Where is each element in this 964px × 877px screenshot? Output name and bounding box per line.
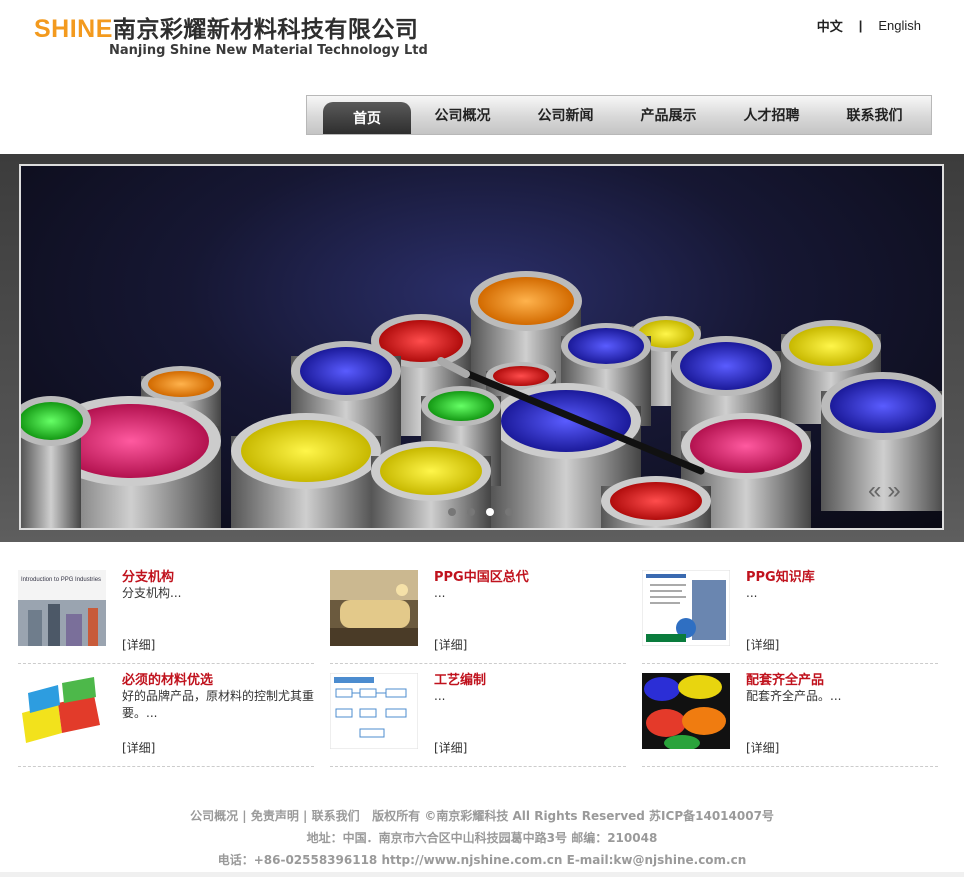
main-nav: 首页 公司概况 公司新闻 产品展示 人才招聘 联系我们 xyxy=(306,95,932,135)
card-detail-link[interactable]: [详细] xyxy=(746,739,779,756)
card-title[interactable]: 必须的材料优选 xyxy=(122,669,213,688)
banner-dot-1[interactable] xyxy=(448,508,456,516)
ppg-intro-thumbnail[interactable]: Introduction to PPG Industries xyxy=(18,570,106,646)
card-process: 工艺编制 ... [详细] xyxy=(330,663,626,767)
card-detail-link[interactable]: [详细] xyxy=(434,739,467,756)
footer: 公司概况 | 免责声明 | 联系我们 版权所有 ©南京彩耀科技 All Righ… xyxy=(0,805,964,871)
footer-link-about[interactable]: 公司概况 xyxy=(190,809,238,823)
card-description: ... xyxy=(434,689,446,703)
document-thumbnail[interactable] xyxy=(642,570,730,646)
nav-company-overview[interactable]: 公司概况 xyxy=(411,96,514,134)
banner-dot-4[interactable] xyxy=(505,508,513,516)
footer-link-disclaimer[interactable]: 免责声明 xyxy=(251,809,299,823)
card-ppg-knowledge: PPG知识库 ... [详细] xyxy=(642,560,938,664)
office-reception-thumbnail[interactable] xyxy=(330,570,418,646)
card-description: 好的品牌产品，原材料的控制尤其重要。... xyxy=(122,689,315,720)
logo-shine-text: SHINE xyxy=(34,15,113,43)
card-ppg-china: PPG中国区总代 ... [详细] xyxy=(330,560,626,664)
nav-contact[interactable]: 联系我们 xyxy=(823,96,926,134)
card-description: 配套齐全产品。... xyxy=(746,689,842,703)
chevron-left-icon[interactable]: « xyxy=(868,477,887,504)
page-bottom-bar xyxy=(0,872,964,877)
chevron-right-icon[interactable]: » xyxy=(887,477,906,504)
banner-pagination xyxy=(448,508,513,516)
flowchart-thumbnail[interactable] xyxy=(330,673,418,749)
card-title[interactable]: PPG中国区总代 xyxy=(434,566,529,585)
card-title[interactable]: 工艺编制 xyxy=(434,669,486,688)
card-description: ... xyxy=(746,586,758,600)
card-description: ... xyxy=(434,586,446,600)
card-detail-link[interactable]: [详细] xyxy=(122,739,155,756)
nav-products[interactable]: 产品展示 xyxy=(617,96,720,134)
svg-text:Introduction to PPG Industries: Introduction to PPG Industries xyxy=(21,577,101,583)
footer-link-contact[interactable]: 联系我们 xyxy=(312,809,360,823)
card-title[interactable]: 配套齐全产品 xyxy=(746,669,824,688)
header: SHINE 南京彩耀新材料科技有限公司 Nanjing Shine New Ma… xyxy=(0,0,964,154)
footer-line-1: 公司概况 | 免责声明 | 联系我们 版权所有 ©南京彩耀科技 All Righ… xyxy=(190,809,774,823)
paint-cans-illustration xyxy=(21,271,942,528)
lang-separator: | xyxy=(858,18,863,33)
footer-copyright: 版权所有 ©南京彩耀科技 All Rights Reserved 苏ICP备14… xyxy=(372,809,774,823)
card-material-selection: 必须的材料优选 好的品牌产品，原材料的控制尤其重要。... [详细] xyxy=(18,663,314,767)
nav-recruitment[interactable]: 人才招聘 xyxy=(720,96,823,134)
card-branch: Introduction to PPG Industries 分支机构 分支机构… xyxy=(18,560,314,664)
language-switcher: 中文 | English xyxy=(817,16,921,35)
banner-dot-2[interactable] xyxy=(467,508,475,516)
puzzle-thumbnail[interactable] xyxy=(18,673,106,749)
card-detail-link[interactable]: [详细] xyxy=(122,636,155,653)
lang-chinese-link[interactable]: 中文 xyxy=(817,16,843,35)
card-title[interactable]: PPG知识库 xyxy=(746,566,815,585)
company-logo[interactable]: SHINE 南京彩耀新材料科技有限公司 Nanjing Shine New Ma… xyxy=(34,10,428,58)
banner-dot-3[interactable] xyxy=(486,508,494,516)
card-description: 分支机构... xyxy=(122,586,182,600)
logo-company-name-en: Nanjing Shine New Material Technology Lt… xyxy=(109,43,428,58)
footer-address: 地址：中国．南京市六合区中山科技园葛中路3号 邮编：210048 xyxy=(306,831,658,845)
nav-home[interactable]: 首页 xyxy=(323,102,411,134)
banner-arrow-controls[interactable]: «» xyxy=(868,477,907,505)
card-detail-link[interactable]: [详细] xyxy=(746,636,779,653)
footer-contact-info: 电话：+86-02558396118 http://www.njshine.co… xyxy=(217,853,747,867)
banner-slide-image[interactable] xyxy=(19,164,944,530)
card-detail-link[interactable]: [详细] xyxy=(434,636,467,653)
card-title[interactable]: 分支机构 xyxy=(122,566,174,585)
card-complete-products: 配套齐全产品 配套齐全产品。... [详细] xyxy=(642,663,938,767)
lang-english-link[interactable]: English xyxy=(878,18,921,33)
paint-cans-thumbnail[interactable] xyxy=(642,673,730,749)
logo-company-name-cn: 南京彩耀新材料科技有限公司 xyxy=(112,17,419,43)
nav-company-news[interactable]: 公司新闻 xyxy=(514,96,617,134)
